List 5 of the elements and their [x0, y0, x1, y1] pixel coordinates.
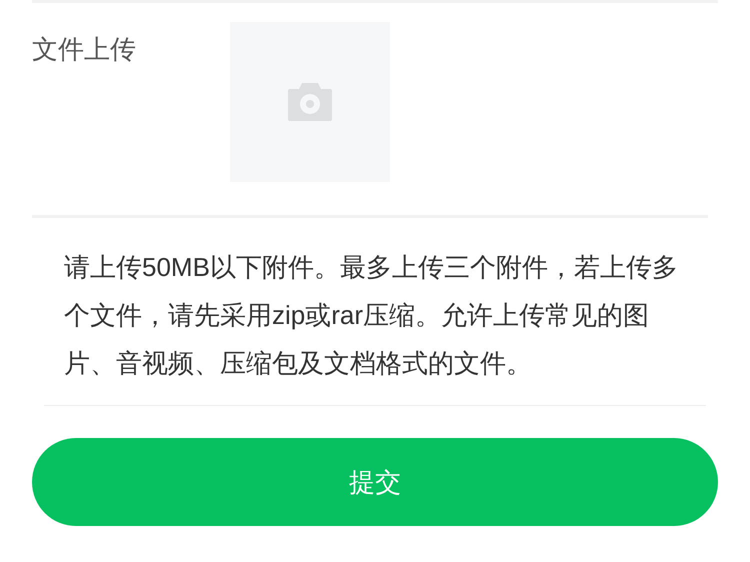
upload-button[interactable]: [230, 22, 390, 182]
field-label: 文件上传: [32, 33, 137, 66]
camera-icon: [288, 83, 332, 121]
upload-notice: 请上传50MB以下附件。最多上传三个附件，若上传多个文件，请先采用zip或rar压缩。允许上传常见的图片、音视频、压缩包及文档格式的文件。: [64, 251, 679, 380]
submit-button[interactable]: 提交: [32, 438, 718, 526]
